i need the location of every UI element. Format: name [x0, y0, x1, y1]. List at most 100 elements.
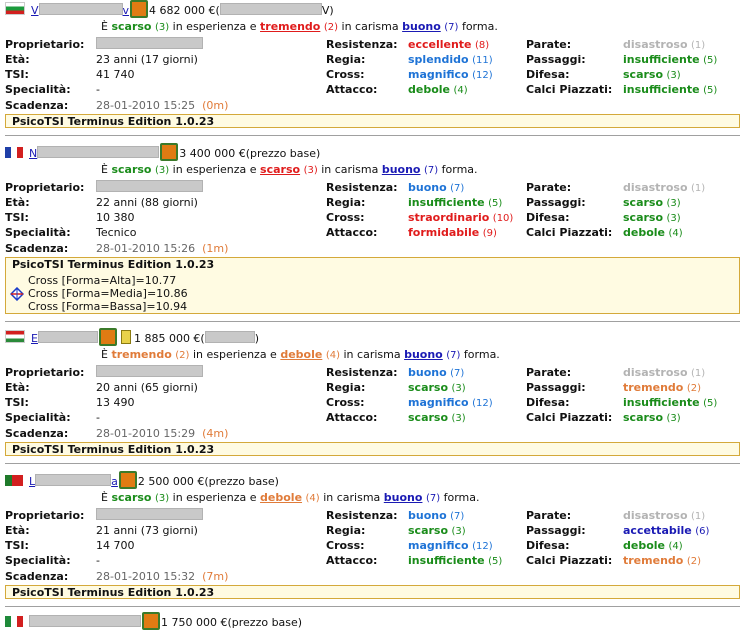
speciality-value: -	[96, 83, 100, 96]
deadline-value: 28-01-2010 15:25	[96, 99, 196, 112]
form-link[interactable]: buono	[382, 163, 421, 176]
player-header: 1 750 000 €(prezzo base)	[5, 612, 302, 630]
scoring-value: scarso (3)	[408, 411, 466, 424]
player-status-icon	[118, 471, 137, 489]
flag-portugal-icon	[5, 475, 23, 486]
owner-label: Proprietario:	[5, 181, 85, 194]
owner-name-blurred[interactable]	[96, 37, 203, 49]
scoring-label: Attacco:	[326, 411, 378, 424]
tsi-label: TSI:	[5, 396, 29, 409]
deadline-label: Scadenza:	[5, 242, 69, 255]
passing-label: Passaggi:	[526, 53, 586, 66]
keeper-value: disastroso (1)	[623, 366, 706, 379]
deadline-remaining: (7m)	[202, 570, 229, 583]
passing-label: Passaggi:	[526, 196, 586, 209]
player-name-link[interactable]: Vv	[31, 3, 129, 17]
setpieces-value: debole (4)	[623, 226, 683, 239]
owner-name-blurred[interactable]	[96, 365, 203, 377]
deadline-value: 28-01-2010 15:29	[96, 427, 196, 440]
age-label: Età:	[5, 196, 30, 209]
player-price: 3 400 000 €(prezzo base)	[179, 147, 321, 160]
defending-value: scarso (3)	[623, 68, 681, 81]
leadership-link[interactable]: tremendo	[260, 20, 320, 33]
deadline-value: 28-01-2010 15:26	[96, 242, 196, 255]
passing-value: tremendo (2)	[623, 381, 701, 394]
passing-label: Passaggi:	[526, 524, 586, 537]
tsi-label: TSI:	[5, 68, 29, 81]
winger-value: magnifico (12)	[408, 68, 493, 81]
player-header: E1 885 000 €()	[5, 328, 259, 346]
keeper-label: Parate:	[526, 38, 572, 51]
cross-estimate-low: Cross [Forma=Bassa]=10.94	[28, 300, 188, 313]
setpieces-label: Calci Piazzati:	[526, 83, 613, 96]
defending-label: Difesa:	[526, 396, 570, 409]
divider	[5, 606, 740, 607]
player-header: La 2 500 000 €(prezzo base)	[5, 471, 279, 489]
tsi-value: 13 490	[96, 396, 135, 409]
winger-label: Cross:	[326, 396, 365, 409]
player-summary-sentence: È scarso (3) in esperienza e tremendo (2…	[101, 20, 498, 33]
scoring-value: insufficiente (5)	[408, 554, 503, 567]
keeper-value: disastroso (1)	[623, 509, 706, 522]
playmaking-value: splendido (11)	[408, 53, 493, 66]
player-header: N 3 400 000 €(prezzo base)	[5, 143, 321, 161]
psicotsi-box: PsicoTSI Terminus Edition 1.0.23	[5, 442, 740, 456]
form-link[interactable]: buono	[402, 20, 441, 33]
speciality-value: Tecnico	[96, 226, 137, 239]
speciality-value: -	[96, 411, 100, 424]
divider	[5, 321, 740, 322]
player-name-link[interactable]: E	[31, 331, 98, 345]
age-label: Età:	[5, 381, 30, 394]
form-link[interactable]: buono	[404, 348, 443, 361]
form-link[interactable]: buono	[384, 491, 423, 504]
leadership-link[interactable]: scarso	[260, 163, 300, 176]
age-value: 20 anni (65 giorni)	[96, 381, 198, 394]
psicotsi-box: PsicoTSI Terminus Edition 1.0.23 Cross […	[5, 257, 740, 314]
passing-value: insufficiente (5)	[623, 53, 718, 66]
setpieces-label: Calci Piazzati:	[526, 411, 613, 424]
deadline-label: Scadenza:	[5, 99, 69, 112]
stamina-value: buono (7)	[408, 181, 465, 194]
psicotsi-title: PsicoTSI Terminus Edition 1.0.23	[12, 443, 215, 456]
speciality-label: Specialità:	[5, 226, 71, 239]
player-price: 4 682 000 €(	[149, 4, 220, 17]
cross-estimate-high: Cross [Forma=Alta]=10.77	[28, 274, 177, 287]
speciality-value: -	[96, 554, 100, 567]
winger-label: Cross:	[326, 211, 365, 224]
defending-value: scarso (3)	[623, 211, 681, 224]
keeper-label: Parate:	[526, 366, 572, 379]
passing-value: accettabile (6)	[623, 524, 710, 537]
leadership-link[interactable]: debole	[280, 348, 322, 361]
defending-label: Difesa:	[526, 539, 570, 552]
leadership-link[interactable]: debole	[260, 491, 302, 504]
setpieces-label: Calci Piazzati:	[526, 226, 613, 239]
psicotsi-box: PsicoTSI Terminus Edition 1.0.23	[5, 585, 740, 599]
player-summary-sentence: È scarso (3) in esperienza e debole (4) …	[101, 491, 480, 504]
buyer-name-blurred	[204, 331, 255, 343]
cross-estimate-medium: Cross [Forma=Media]=10.86	[28, 287, 188, 300]
tsi-label: TSI:	[5, 211, 29, 224]
owner-label: Proprietario:	[5, 366, 85, 379]
owner-name-blurred[interactable]	[96, 180, 203, 192]
winger-value: magnifico (12)	[408, 539, 493, 552]
deadline-remaining: (4m)	[202, 427, 229, 440]
player-status-icon	[142, 612, 160, 630]
scoring-label: Attacco:	[326, 554, 378, 567]
stamina-label: Resistenza:	[326, 181, 398, 194]
player-name-link[interactable]: La	[29, 474, 118, 488]
owner-name-blurred[interactable]	[96, 508, 203, 520]
card-icon	[120, 330, 131, 344]
tsi-value: 14 700	[96, 539, 135, 552]
age-value: 23 anni (17 giorni)	[96, 53, 198, 66]
deadline-remaining: (1m)	[202, 242, 229, 255]
stamina-label: Resistenza:	[326, 509, 398, 522]
passing-label: Passaggi:	[526, 381, 586, 394]
player-name-link[interactable]: N	[29, 146, 160, 160]
deadline-label: Scadenza:	[5, 570, 69, 583]
player-header: Vv4 682 000 €(V)	[5, 0, 334, 18]
playmaking-value: scarso (3)	[408, 381, 466, 394]
player-summary-sentence: È scarso (3) in esperienza e scarso (3) …	[101, 163, 478, 176]
speciality-label: Specialità:	[5, 554, 71, 567]
player-price: 1 885 000 €(	[133, 332, 205, 345]
stamina-value: eccellente (8)	[408, 38, 490, 51]
